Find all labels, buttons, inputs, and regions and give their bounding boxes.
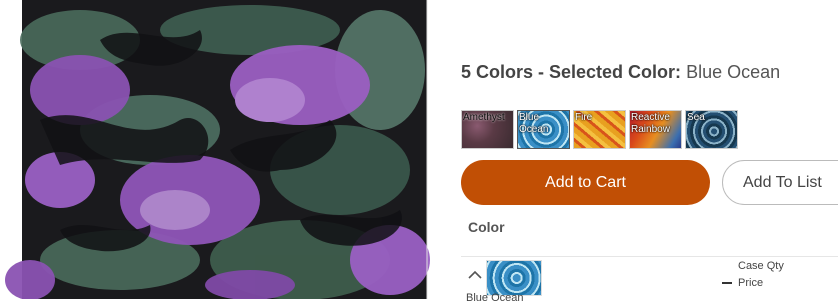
swatch-sea[interactable]: Sea (685, 110, 738, 149)
add-to-list-button[interactable]: Add To List (722, 160, 838, 205)
variant-row-name: Blue Ocean (466, 292, 524, 304)
swatch-label: Sea (687, 112, 705, 123)
swatch-blue-ocean[interactable]: Blue Ocean (517, 110, 570, 149)
swatch-fire[interactable]: Fire (573, 110, 626, 149)
color-count-label: 5 Colors - Selected Color: (461, 62, 682, 82)
price-label: Price (738, 277, 764, 289)
divider (461, 256, 838, 257)
price-row: Price (722, 277, 763, 289)
swatch-amethyst[interactable]: Amethyst (461, 110, 514, 149)
swatch-label: Reactive Rainbow (631, 112, 670, 135)
chevron-up-icon[interactable] (466, 268, 484, 282)
product-image (0, 0, 430, 299)
add-to-cart-button[interactable]: Add to Cart (461, 160, 710, 205)
minus-icon[interactable] (722, 282, 732, 284)
swatch-label: Fire (575, 112, 593, 123)
case-qty-label: Case Qty (738, 260, 784, 272)
selected-color-heading: 5 Colors - Selected Color: Blue Ocean (461, 60, 780, 84)
color-swatch-list: Amethyst Blue Ocean Fire Reactive Rainbo… (461, 110, 741, 149)
swatch-label: Amethyst (463, 112, 505, 123)
variant-color-header: Color (468, 219, 505, 235)
swatch-label: Blue Ocean (519, 112, 549, 135)
swatch-reactive-rainbow[interactable]: Reactive Rainbow (629, 110, 682, 149)
selected-color-value: Blue Ocean (686, 62, 781, 82)
variant-thumbnail-blue-ocean (486, 260, 542, 296)
